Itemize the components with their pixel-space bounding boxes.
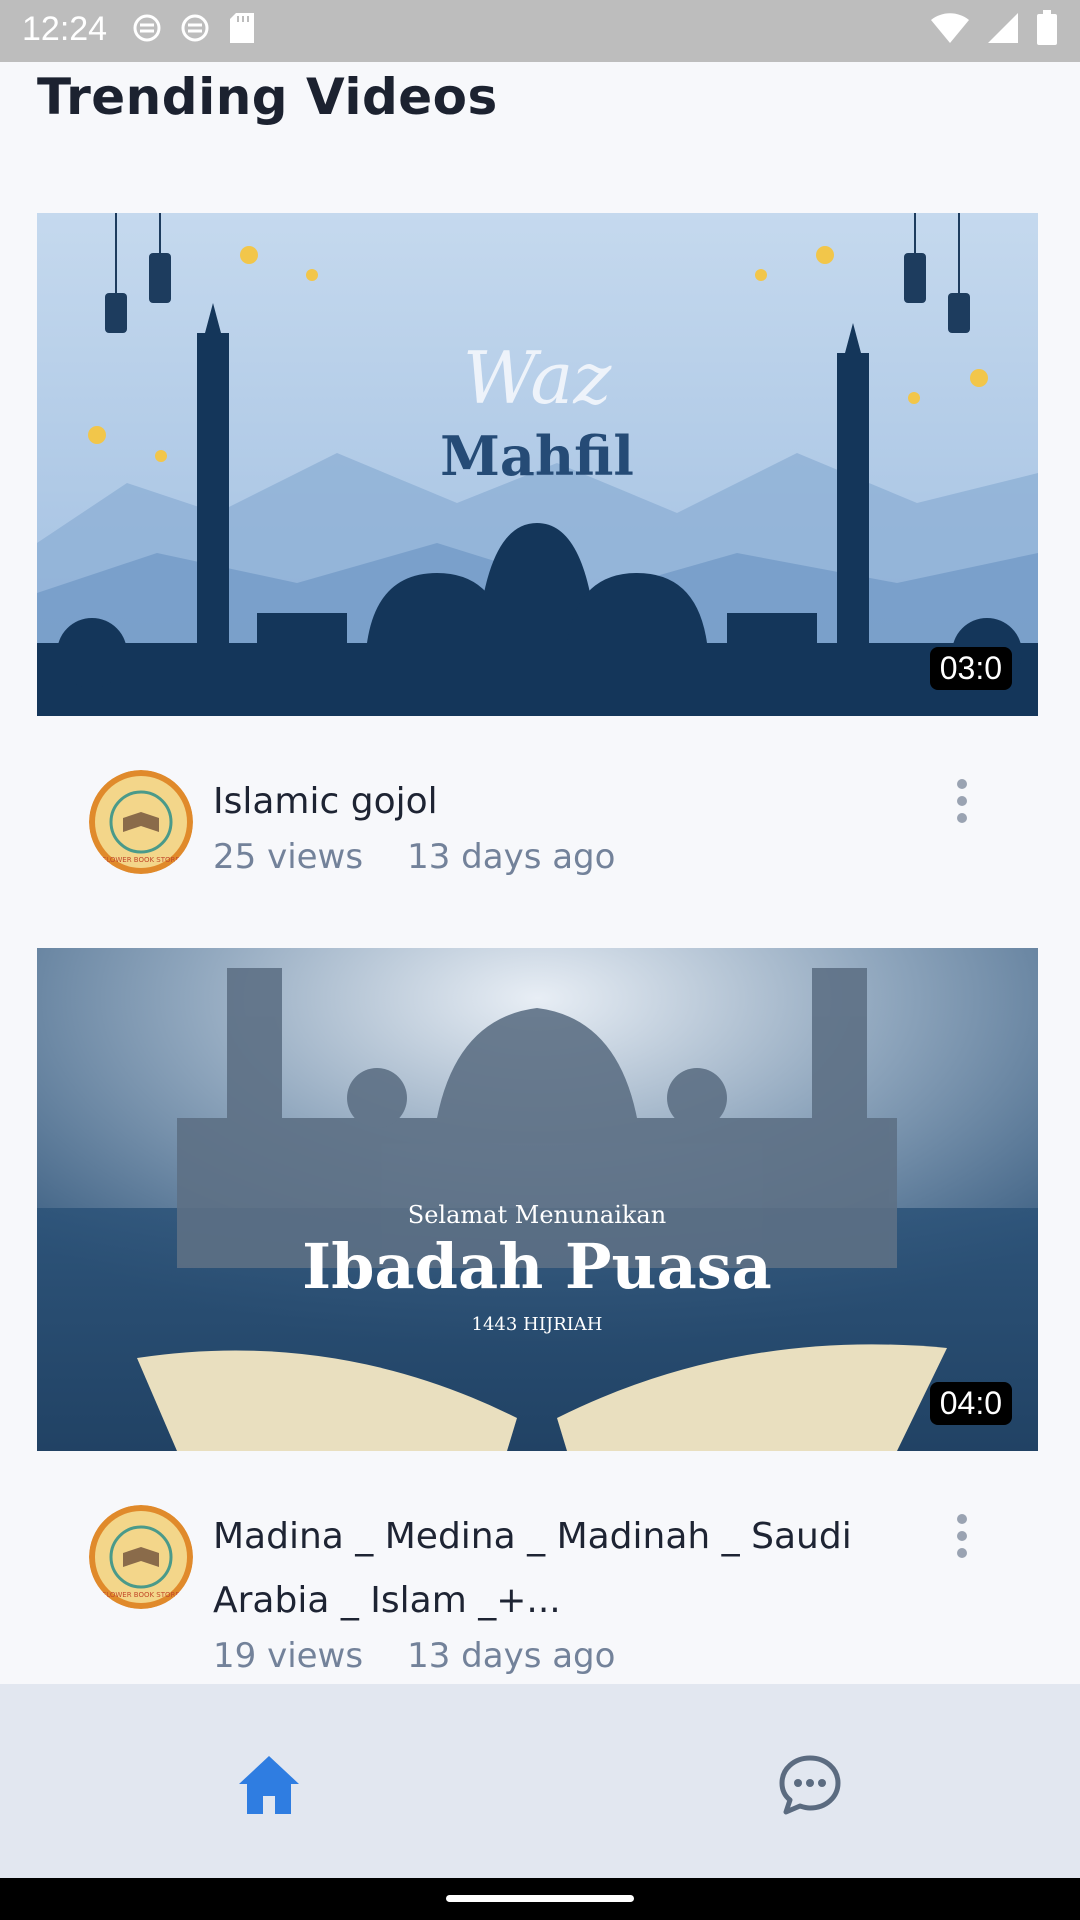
page-title: Trending Videos — [37, 68, 498, 126]
video-card[interactable]: Waz Mahfil 03:0 FLOWER BOOK STORE Islami… — [37, 213, 1038, 913]
channel-logo-text: FLOWER BOOK STORE — [102, 856, 180, 864]
status-bar: 12:24 — [0, 0, 1080, 62]
video-duration-badge: 03:0 — [929, 647, 1012, 690]
video-meta: 25 views 13 days ago — [213, 837, 615, 877]
channel-logo-text: FLOWER BOOK STORE — [102, 1591, 180, 1599]
view-count: 25 views — [213, 837, 364, 877]
status-notification-icons — [132, 12, 256, 48]
sim-card-icon — [132, 11, 162, 49]
more-vert-icon — [957, 1514, 967, 1558]
more-options-button[interactable] — [942, 771, 982, 831]
video-thumbnail[interactable]: Waz Mahfil 03:0 — [37, 213, 1038, 716]
thumbnail-title-text: Mahfil — [440, 424, 634, 488]
channel-avatar[interactable]: FLOWER BOOK STORE — [89, 770, 193, 874]
upload-age: 13 days ago — [407, 1636, 616, 1676]
status-system-icons — [930, 10, 1058, 50]
nav-home-button[interactable] — [224, 1740, 314, 1830]
status-time: 12:24 — [22, 10, 108, 48]
home-gesture-handle[interactable] — [446, 1895, 634, 1902]
battery-icon — [1036, 10, 1058, 50]
video-meta: 19 views 13 days ago — [213, 1636, 615, 1676]
bottom-navigation — [0, 1684, 1080, 1878]
signal-icon — [986, 12, 1020, 48]
sd-card-icon — [228, 11, 256, 49]
wifi-icon — [930, 12, 970, 48]
video-title[interactable]: Islamic gojol — [213, 770, 893, 834]
upload-age: 13 days ago — [407, 837, 616, 877]
more-vert-icon — [957, 779, 967, 823]
view-count: 19 views — [213, 1636, 364, 1676]
home-icon — [239, 1756, 299, 1814]
video-thumbnail[interactable]: Selamat Menunaikan Ibadah Puasa 1443 HIJ… — [37, 948, 1038, 1451]
thumbnail-year-text: 1443 HIJRIAH — [472, 1314, 603, 1335]
video-card[interactable]: Selamat Menunaikan Ibadah Puasa 1443 HIJ… — [37, 948, 1038, 1684]
video-duration-badge: 04:0 — [929, 1382, 1012, 1425]
channel-avatar[interactable]: FLOWER BOOK STORE — [89, 1505, 193, 1609]
sim-card-icon — [180, 11, 210, 49]
video-title[interactable]: Madina _ Medina _ Madinah _ Saudi Arabia… — [213, 1505, 893, 1633]
nav-chat-button[interactable] — [765, 1740, 855, 1830]
thumbnail-script-text: Waz — [463, 336, 613, 420]
system-gesture-bar — [0, 1878, 1080, 1920]
more-options-button[interactable] — [942, 1506, 982, 1566]
thumbnail-title-text: Ibadah Puasa — [302, 1230, 772, 1303]
thumbnail-subtitle-text: Selamat Menunaikan — [408, 1201, 666, 1229]
chat-icon — [779, 1755, 841, 1815]
